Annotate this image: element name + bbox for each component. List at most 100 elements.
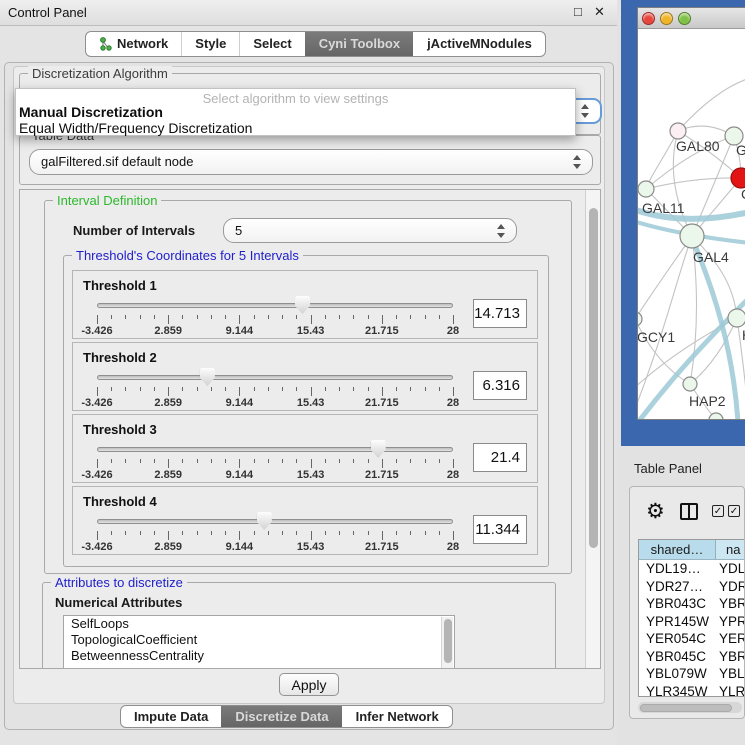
cell-shared-name[interactable]: YBR043C: [639, 595, 716, 613]
tick-label: 21.715: [365, 541, 399, 553]
tab-impute-data[interactable]: Impute Data: [121, 706, 221, 727]
threshold-value-box[interactable]: 11.344: [473, 515, 527, 544]
node-table[interactable]: shared… na YDL19…YDL1YDR27…YDR2YBR043CYB…: [638, 539, 745, 697]
list-scrollbar-thumb[interactable]: [444, 619, 452, 663]
tab-select[interactable]: Select: [239, 32, 304, 56]
slider-thumb[interactable]: [295, 296, 310, 314]
node-label: GAL80: [676, 138, 720, 154]
checkbox-icon[interactable]: ✓: [728, 505, 740, 517]
tab-discretize-data[interactable]: Discretize Data: [221, 706, 341, 727]
table-row[interactable]: YBL079WYBL0: [639, 665, 745, 683]
cell-shared-name[interactable]: YER054C: [639, 630, 716, 648]
threshold-coordinates-group: Threshold's Coordinates for 5 Intervals …: [63, 255, 549, 567]
dropdown-item-equal-width[interactable]: Equal Width/Frequency Discretization: [19, 120, 252, 136]
threshold-value-box[interactable]: 14.713: [473, 299, 527, 328]
column-layout-icon[interactable]: [680, 503, 698, 520]
cell-name[interactable]: YBL0: [716, 665, 745, 683]
attribute-list-item[interactable]: TopologicalCoefficient: [64, 632, 454, 648]
cell-name[interactable]: YLR3: [716, 683, 745, 698]
minimize-traffic-light[interactable]: [660, 12, 673, 25]
network-node-h[interactable]: [728, 309, 745, 327]
cell-shared-name[interactable]: YDL19…: [639, 560, 716, 578]
network-node-gal4[interactable]: [680, 224, 704, 248]
network-node-gcy1[interactable]: [638, 312, 642, 326]
slider-track[interactable]: [97, 303, 453, 308]
column-header-shared-name[interactable]: shared…: [639, 540, 716, 559]
network-node-c[interactable]: [731, 168, 745, 188]
bottom-mode-tabs: Impute DataDiscretize DataInfer Network: [120, 705, 453, 728]
network-window-titlebar[interactable]: [638, 8, 745, 29]
horizontal-scrollbar-thumb[interactable]: [640, 704, 732, 712]
checkbox-icon[interactable]: ✓: [712, 505, 724, 517]
threshold-value-box[interactable]: 6.316: [473, 371, 527, 400]
tab-jactivemnodules[interactable]: jActiveMNodules: [413, 32, 545, 56]
table-row[interactable]: YDL19…YDL1: [639, 560, 745, 578]
tab-infer-network[interactable]: Infer Network: [342, 706, 452, 727]
list-scrollbar[interactable]: [441, 617, 453, 669]
network-view-window[interactable]: GAL80GACGAL11GAL4GCY1HHAP2: [621, 0, 745, 446]
table-row[interactable]: YLR345WYLR3: [639, 683, 745, 698]
table-row[interactable]: YER054CYER0: [639, 630, 745, 648]
threshold-slider[interactable]: -3.4262.8599.14415.4321.71528: [83, 367, 467, 410]
cell-shared-name[interactable]: YBR045C: [639, 648, 716, 666]
cell-shared-name[interactable]: YBL079W: [639, 665, 716, 683]
close-icon[interactable]: ✕: [594, 4, 605, 20]
threshold-value-box[interactable]: 21.4: [473, 443, 527, 472]
network-edge[interactable]: [646, 178, 741, 189]
table-row[interactable]: YDR27…YDR2: [639, 578, 745, 596]
horizontal-scrollbar[interactable]: [638, 702, 742, 713]
slider-thumb[interactable]: [200, 368, 215, 386]
tab-network[interactable]: Network: [86, 32, 181, 56]
combo-stepper-icon[interactable]: [581, 104, 590, 118]
tab-cyni-toolbox[interactable]: Cyni Toolbox: [305, 32, 413, 56]
tab-style[interactable]: Style: [181, 32, 239, 56]
table-row[interactable]: YPR145WYPR1: [639, 613, 745, 631]
network-edge[interactable]: [678, 79, 745, 131]
table-row[interactable]: YBR043CYBR0: [639, 595, 745, 613]
zoom-traffic-light[interactable]: [678, 12, 691, 25]
vertical-scrollbar[interactable]: [585, 190, 600, 668]
vertical-scrollbar-thumb[interactable]: [589, 208, 598, 548]
network-canvas[interactable]: GAL80GACGAL11GAL4GCY1HHAP2: [638, 29, 745, 419]
slider-track[interactable]: [97, 375, 453, 380]
cell-name[interactable]: YER0: [716, 630, 745, 648]
cell-name[interactable]: YDR2: [716, 578, 745, 596]
threshold-slider[interactable]: -3.4262.8599.14415.4321.71528: [83, 511, 467, 554]
threshold-label: Threshold 1: [83, 278, 531, 293]
table-row[interactable]: YBR045CYBR0: [639, 648, 745, 666]
float-window-icon[interactable]: □: [574, 4, 582, 19]
network-node-gal11[interactable]: [638, 181, 654, 197]
network-node-gal80[interactable]: [670, 123, 686, 139]
network-edge[interactable]: [638, 236, 692, 319]
cell-shared-name[interactable]: YLR345W: [639, 683, 716, 698]
node-label: GA: [736, 142, 745, 158]
cell-name[interactable]: YDL1: [716, 560, 745, 578]
slider-thumb[interactable]: [257, 512, 272, 530]
dropdown-item-manual[interactable]: Manual Discretization: [19, 104, 163, 120]
cell-name[interactable]: YPR1: [716, 613, 745, 631]
combo-stepper-icon[interactable]: [573, 155, 582, 169]
numerical-attributes-list[interactable]: SelfLoopsTopologicalCoefficientBetweenne…: [63, 615, 455, 669]
node-label: GAL4: [693, 249, 729, 265]
table-data-combobox[interactable]: galFiltered.sif default node: [29, 149, 593, 175]
cell-shared-name[interactable]: YPR145W: [639, 613, 716, 631]
gear-icon[interactable]: ⚙: [646, 499, 665, 525]
cell-name[interactable]: YBR0: [716, 648, 745, 666]
network-node-hap2[interactable]: [683, 377, 697, 391]
slider-track[interactable]: [97, 519, 453, 524]
apply-button[interactable]: Apply: [279, 673, 339, 696]
cell-shared-name[interactable]: YDR27…: [639, 578, 716, 596]
slider-thumb[interactable]: [371, 440, 386, 458]
table-toolbar: ⚙ ✓ ✓: [630, 499, 744, 531]
threshold-slider[interactable]: -3.4262.8599.14415.4321.71528: [83, 439, 467, 482]
combo-stepper-icon[interactable]: [497, 224, 506, 238]
close-traffic-light[interactable]: [642, 12, 655, 25]
slider-track[interactable]: [97, 447, 453, 452]
column-header-name[interactable]: na: [716, 540, 745, 559]
table-panel: ⚙ ✓ ✓ shared… na YDL19…YDL1YDR27…YDR2YBR…: [629, 486, 745, 719]
attribute-list-item[interactable]: SelfLoops: [64, 616, 454, 632]
threshold-slider[interactable]: -3.4262.8599.14415.4321.71528: [83, 295, 467, 338]
num-intervals-combobox[interactable]: 5: [223, 218, 517, 243]
attribute-list-item[interactable]: BetweennessCentrality: [64, 648, 454, 664]
cell-name[interactable]: YBR0: [716, 595, 745, 613]
